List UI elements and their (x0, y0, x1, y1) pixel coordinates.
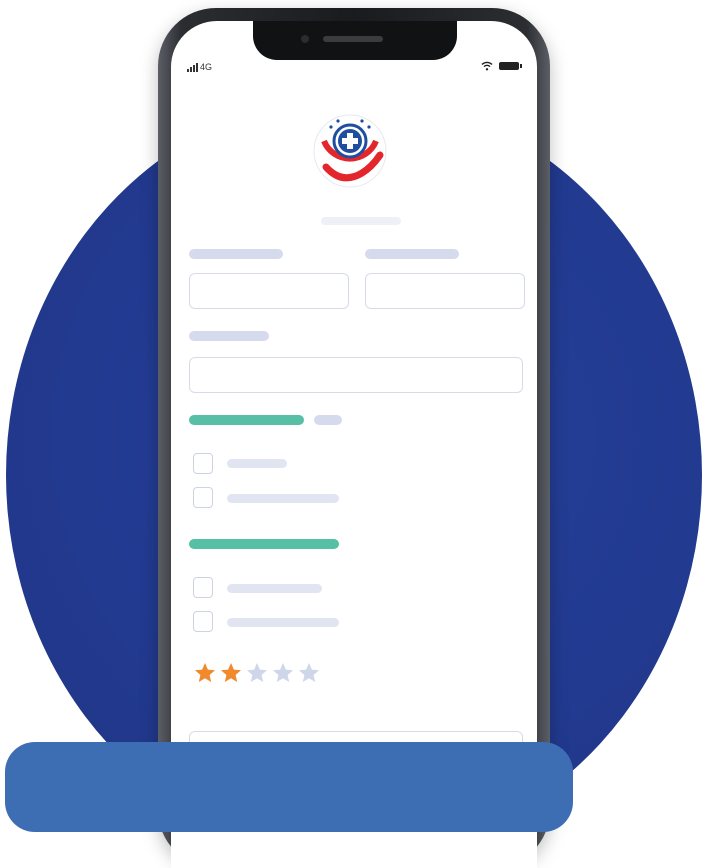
network-label: 4G (200, 62, 213, 72)
phone-notch (253, 21, 457, 60)
checkbox-option-1-label (227, 459, 287, 468)
star-icon[interactable] (219, 661, 243, 685)
star-icon[interactable] (193, 661, 217, 685)
checkbox-option-4-label (227, 618, 339, 627)
battery-icon (499, 62, 522, 70)
phone-frame: 4G (158, 8, 550, 868)
first-name-field[interactable] (189, 273, 349, 309)
star-icon[interactable] (245, 661, 269, 685)
checkbox-option-3[interactable] (193, 577, 213, 598)
section-heading-tag (314, 415, 342, 425)
last-name-label-placeholder (365, 249, 459, 259)
signal-icon (187, 63, 198, 72)
bottom-card (5, 742, 573, 832)
logo-caption-placeholder (321, 217, 401, 225)
status-bar-left: 4G (187, 62, 212, 72)
hospital-logo (313, 114, 387, 188)
section-heading-bar-2 (189, 539, 339, 549)
star-icon[interactable] (297, 661, 321, 685)
status-bar-right (481, 61, 522, 71)
front-camera (301, 35, 309, 43)
last-name-field[interactable] (365, 273, 525, 309)
checkbox-option-4[interactable] (193, 611, 213, 632)
checkbox-option-1[interactable] (193, 453, 213, 474)
phone-screen: 4G (171, 21, 537, 868)
checkbox-option-2-label (227, 494, 339, 503)
address-label-placeholder (189, 331, 269, 341)
section-heading-bar (189, 415, 304, 425)
address-field[interactable] (189, 357, 523, 393)
checkbox-option-2[interactable] (193, 487, 213, 508)
checkbox-option-3-label (227, 584, 322, 593)
earpiece-speaker (323, 36, 383, 42)
star-rating[interactable] (193, 661, 321, 685)
first-name-label-placeholder (189, 249, 283, 259)
star-icon[interactable] (271, 661, 295, 685)
wifi-icon (481, 61, 493, 71)
